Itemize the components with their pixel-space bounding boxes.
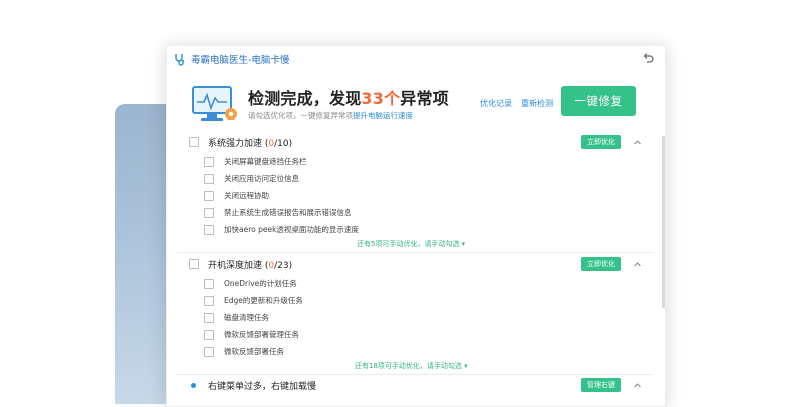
item-checkbox[interactable]: [204, 191, 214, 201]
item-checkbox[interactable]: [204, 279, 214, 289]
count-total: /10): [274, 138, 293, 149]
scan-result-header: 检测完成，发现33个异常项 请勾选优化项，一键修复异常项提升电脑运行速度 优化记…: [167, 74, 665, 140]
chevron-up-icon[interactable]: [633, 381, 642, 390]
section-title: 系统强力加速 (0/10): [208, 136, 292, 149]
rescan-link[interactable]: 重新检测: [521, 98, 553, 109]
section-header-context-menu: 右键菜单过多，右键加载慢 管理右键: [167, 375, 659, 395]
section-checkbox[interactable]: [189, 259, 199, 269]
section-title: 开机深度加速 (0/23): [208, 258, 292, 271]
item-label: 禁止系统生成错误报告和展示错误信息: [224, 208, 352, 217]
section-header-boot-boost: 开机深度加速 (0/23) 立即优化: [167, 254, 659, 274]
item-label: 微软反馈部署管理任务: [224, 330, 299, 339]
one-click-fix-button[interactable]: 一键修复: [561, 86, 636, 116]
item-label: Edge的更新和升级任务: [224, 296, 303, 305]
app-title: 毒霸电脑医生-电脑卡慢: [191, 55, 290, 66]
issue-count: 33个: [361, 89, 401, 108]
subtitle-text: 请勾选优化项，一键修复异常项: [248, 111, 353, 120]
item-label: 关闭应用访问定位信息: [224, 174, 299, 183]
item-label: 磁盘清理任务: [224, 313, 269, 322]
result-subtitle: 请勾选优化项，一键修复异常项提升电脑运行速度: [248, 110, 413, 121]
app-window: 毒霸电脑医生-电脑卡慢 检测完成，发现33个异常项 请勾选优化项，一键修复异常项…: [166, 45, 666, 407]
item-checkbox[interactable]: [204, 157, 214, 167]
item-checkbox[interactable]: [204, 347, 214, 357]
section-header-system-boost: 系统强力加速 (0/10) 立即优化: [167, 132, 659, 152]
section-title-text: 开机深度加速: [208, 260, 263, 271]
item-label: 微软反馈部署任务: [224, 347, 284, 356]
optimize-now-button[interactable]: 立即优化: [581, 135, 621, 149]
result-title: 检测完成，发现33个异常项: [248, 85, 449, 109]
item-checkbox[interactable]: [204, 208, 214, 218]
result-title-suffix: 异常项: [400, 89, 449, 108]
manage-context-menu-button[interactable]: 管理右键: [581, 378, 621, 392]
scrollbar[interactable]: [662, 136, 665, 308]
computer-monitor-icon: [192, 86, 237, 121]
item-label: 关闭屏幕键盘遮挡任务栏: [224, 157, 307, 166]
section-checkbox[interactable]: [189, 137, 199, 147]
item-label: OneDrive的计划任务: [224, 279, 297, 288]
section-divider: [177, 252, 653, 253]
bullet-dot-icon: [191, 382, 196, 388]
count-total: /23): [274, 260, 293, 271]
item-checkbox[interactable]: [204, 330, 214, 340]
item-label: 关闭远程协助: [224, 191, 269, 200]
item-checkbox[interactable]: [204, 225, 214, 235]
item-label: 加快aero peek透视桌面功能的显示速度: [224, 225, 359, 234]
manual-optimize-hint[interactable]: 还有5项可手动优化，请手动勾选 ▾: [357, 239, 465, 249]
section-title-text: 系统强力加速: [208, 138, 263, 149]
optimize-now-button[interactable]: 立即优化: [581, 257, 621, 271]
stethoscope-icon: [175, 54, 185, 66]
section-title: 右键菜单过多，右键加载慢: [208, 381, 317, 392]
manual-optimize-hint[interactable]: 还有18项可手动优化，请手动勾选 ▾: [355, 361, 468, 371]
item-checkbox[interactable]: [204, 313, 214, 323]
chevron-up-icon[interactable]: [633, 260, 642, 269]
optimize-log-link[interactable]: 优化记录: [480, 98, 512, 109]
result-title-prefix: 检测完成，发现: [248, 89, 362, 108]
item-checkbox[interactable]: [204, 174, 214, 184]
back-arrow-icon[interactable]: [641, 51, 655, 65]
title-bar: 毒霸电脑医生-电脑卡慢: [167, 46, 665, 72]
chevron-up-icon[interactable]: [633, 138, 642, 147]
subtitle-highlight: 提升电脑运行速度: [353, 111, 413, 120]
item-checkbox[interactable]: [204, 296, 214, 306]
